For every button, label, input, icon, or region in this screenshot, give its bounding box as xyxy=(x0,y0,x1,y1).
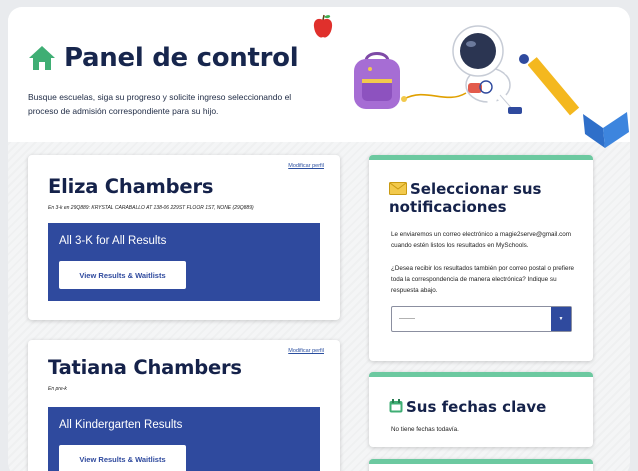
student-name: Eliza Chambers xyxy=(48,175,214,198)
chevron-down-icon[interactable]: ▼ xyxy=(551,307,571,331)
school-line: En 3-k en 29Q889: KRYSTAL CARABALLO AT 1… xyxy=(48,205,254,211)
notifications-card: Seleccionar sus notificaciones Le enviar… xyxy=(369,155,593,361)
school-line: En pre-k xyxy=(48,386,67,392)
view-results-button[interactable]: View Results & Waitlists xyxy=(59,261,186,289)
notifications-question: ¿Desea recibir los resultados también po… xyxy=(391,265,575,294)
view-results-button[interactable]: View Results & Waitlists xyxy=(59,445,186,471)
astronaut-illustration xyxy=(401,25,529,120)
page-title-row: Panel de control xyxy=(28,43,299,73)
student-card-eliza: Modificar perfil Eliza Chambers En 3-k e… xyxy=(28,155,340,320)
house-icon xyxy=(29,46,55,70)
ruler-icon xyxy=(528,57,580,116)
notification-select[interactable]: -------- ▼ xyxy=(391,306,572,332)
envelope-icon xyxy=(389,182,407,195)
calendar-icon xyxy=(389,399,403,413)
results-title: All Kindergarten Results xyxy=(59,419,183,431)
modify-profile-link[interactable]: Modificar perfil xyxy=(288,348,324,354)
results-box: All Kindergarten Results View Results & … xyxy=(48,407,320,471)
page-title: Panel de control xyxy=(64,43,299,73)
key-dates-title: Sus fechas clave xyxy=(389,398,546,416)
key-dates-text: No tiene fechas todavía. xyxy=(391,426,459,433)
intro-text: Busque escuelas, siga su progreso y soli… xyxy=(28,92,292,116)
notifications-text: Le enviaremos un correo electrónico a ma… xyxy=(391,231,571,249)
results-title: All 3-K for All Results xyxy=(59,235,167,247)
notifications-title: Seleccionar sus notificaciones xyxy=(389,180,542,216)
apple-icon xyxy=(313,14,333,38)
modify-profile-link[interactable]: Modificar perfil xyxy=(288,163,324,169)
key-dates-card: Sus fechas clave No tiene fechas todavía… xyxy=(369,372,593,447)
results-box: All 3-K for All Results View Results & W… xyxy=(48,223,320,301)
book-icon xyxy=(583,98,629,148)
student-name: Tatiana Chambers xyxy=(48,356,242,379)
select-value: -------- xyxy=(399,316,415,322)
student-card-tatiana: Modificar perfil Tatiana Chambers En pre… xyxy=(28,340,340,471)
next-card xyxy=(369,459,593,471)
dashboard-frame: Panel de control Busque escuelas, siga s… xyxy=(8,7,630,471)
